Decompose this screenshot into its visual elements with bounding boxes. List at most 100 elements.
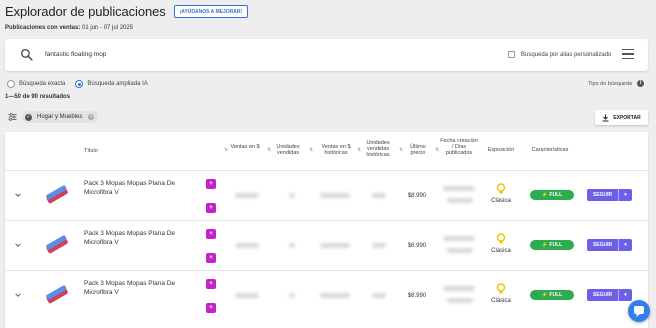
sales-period-label: Publicaciones con ventas: <box>5 25 81 31</box>
product-title[interactable]: Pack 3 Mopas Mopas Plana De Microfibra V <box>84 229 184 247</box>
ai-search-option[interactable]: Búsqueda ampliada IA <box>75 80 148 88</box>
exact-search-label: Búsqueda exacta <box>19 81 66 87</box>
hidden-value <box>235 243 259 248</box>
hidden-value <box>443 186 475 191</box>
badge-icon[interactable]: + <box>206 203 216 213</box>
help-improve-button[interactable]: ¡AYÚDANOS A MEJORAR! <box>173 5 249 18</box>
follow-label: SEGUIR <box>592 242 613 248</box>
product-image[interactable] <box>42 282 70 308</box>
hidden-value <box>447 298 473 303</box>
badge-icon[interactable]: + <box>206 279 216 289</box>
remove-filter-icon[interactable]: × <box>88 114 95 120</box>
hidden-value <box>447 198 473 203</box>
alias-search-toggle[interactable]: Busqueda por alias personalizado <box>508 51 611 58</box>
alias-label: Busqueda por alias personalizado <box>521 51 612 58</box>
col-ventas[interactable]: Ventas en $ <box>230 144 260 150</box>
ai-search-label: Búsqueda ampliada IA <box>87 81 148 87</box>
full-badge: ⚡ FULL <box>530 240 574 250</box>
hidden-value <box>320 293 350 298</box>
sort-icon[interactable]: ⇅ <box>357 147 361 153</box>
sales-period: Publicaciones con ventas: 01 jun - 07 ju… <box>5 25 133 31</box>
last-price: $8.990 <box>407 293 427 299</box>
product-title[interactable]: Pack 3 Mopas Mopas Plana De Microfibra V <box>84 279 184 297</box>
search-input[interactable]: fantastic floating mop <box>45 51 106 58</box>
exact-search-radio[interactable] <box>7 80 15 88</box>
chevron-down-icon[interactable] <box>15 242 21 248</box>
full-badge-label: FULL <box>549 292 563 298</box>
sort-icon[interactable]: ⇅ <box>224 147 228 153</box>
hidden-value <box>320 243 350 248</box>
menu-icon[interactable] <box>622 49 634 59</box>
lightbulb-icon <box>496 283 506 294</box>
follow-label: SEGUIR <box>592 192 613 198</box>
check-icon: ✓ <box>25 113 32 121</box>
col-unidades-historicas[interactable]: Unidades vendidas históricas <box>362 140 394 158</box>
export-button[interactable]: EXPORTAR <box>595 110 648 125</box>
col-titulo[interactable]: Título <box>84 148 98 154</box>
category-filter-chip[interactable]: ✓ Hogar y Muebles × <box>22 111 99 123</box>
exposure-label: Clásica <box>491 248 511 254</box>
results-table: Título ⇅ Ventas en $ ⇅ Unidades vendidas… <box>5 132 648 328</box>
full-badge: ⚡ FULL <box>530 290 574 300</box>
badge-icon[interactable]: + <box>206 229 216 239</box>
search-icon[interactable] <box>20 48 33 61</box>
col-unidades[interactable]: Unidades vendidas <box>272 144 304 156</box>
col-fecha-creacion[interactable]: Fecha creación / Días publicados <box>440 138 478 156</box>
product-image[interactable] <box>42 232 70 258</box>
page-header: Explorador de publicaciones ¡AYÚDANOS A … <box>5 4 249 19</box>
chat-icon <box>634 306 644 317</box>
dropdown-caret-icon[interactable]: ▾ <box>618 189 632 201</box>
col-caracteristicas: Características <box>531 147 569 153</box>
sort-icon[interactable]: ⇅ <box>267 147 271 153</box>
search-type: Tipo de búsqueda i <box>588 80 644 87</box>
chevron-down-icon[interactable] <box>15 192 21 198</box>
badge-icon[interactable]: + <box>206 303 216 313</box>
sales-period-value: 01 jun - 07 jul 2025 <box>82 25 134 31</box>
filter-icon[interactable] <box>8 113 17 121</box>
hidden-value <box>235 293 259 298</box>
hidden-value <box>443 286 475 291</box>
exposure-label: Clásica <box>491 298 511 304</box>
search-card: fantastic floating mop Busqueda por alia… <box>5 39 648 71</box>
col-ventas-historicas[interactable]: Ventas en $ históricas <box>313 144 359 156</box>
product-title[interactable]: Pack 3 Mopas Mopas Plana De Microfibra V <box>84 179 184 197</box>
export-label: EXPORTAR <box>613 114 641 121</box>
badge-icon[interactable]: + <box>206 179 216 189</box>
hidden-value <box>289 243 295 248</box>
chat-bubble-button[interactable] <box>628 300 650 322</box>
ai-search-radio[interactable] <box>75 80 84 88</box>
hidden-value <box>372 243 386 248</box>
info-icon[interactable]: i <box>637 80 644 87</box>
hidden-value <box>372 293 386 298</box>
exact-search-option[interactable]: Búsqueda exacta <box>7 80 65 88</box>
page-title: Explorador de publicaciones <box>5 4 166 19</box>
table-row: Pack 3 Mopas Mopas Plana De Microfibra V… <box>5 270 648 320</box>
badge-icon[interactable]: + <box>206 253 216 263</box>
dropdown-caret-icon[interactable]: ▾ <box>618 239 632 251</box>
hidden-value <box>320 193 350 198</box>
follow-button[interactable]: SEGUIR ▾ <box>587 239 632 251</box>
last-price: $8.990 <box>407 193 427 199</box>
alias-checkbox[interactable] <box>508 51 515 58</box>
full-badge: ⚡ FULL <box>530 190 574 200</box>
col-ultimo-precio[interactable]: Último precio <box>404 144 432 156</box>
full-badge-label: FULL <box>549 242 563 248</box>
hidden-value <box>289 293 295 298</box>
follow-button[interactable]: SEGUIR ▾ <box>587 189 632 201</box>
product-image[interactable] <box>42 182 70 208</box>
hidden-value <box>289 193 295 198</box>
follow-button[interactable]: SEGUIR ▾ <box>587 289 632 301</box>
hidden-value <box>235 193 259 198</box>
sort-icon[interactable]: ⇅ <box>435 147 439 153</box>
hidden-value <box>447 248 473 253</box>
search-mode-group: Búsqueda exacta Búsqueda ampliada IA <box>7 80 158 88</box>
follow-label: SEGUIR <box>592 292 613 298</box>
search-type-label: Tipo de búsqueda <box>588 80 632 87</box>
table-row: Pack 3 Mopas Mopas Plana De Microfibra V… <box>5 220 648 270</box>
download-icon <box>602 114 609 121</box>
chevron-down-icon[interactable] <box>15 292 21 298</box>
exposure-label: Clásica <box>491 198 511 204</box>
full-badge-label: FULL <box>549 192 563 198</box>
sort-icon[interactable]: ⇅ <box>399 147 403 153</box>
lightbulb-icon <box>496 183 506 194</box>
